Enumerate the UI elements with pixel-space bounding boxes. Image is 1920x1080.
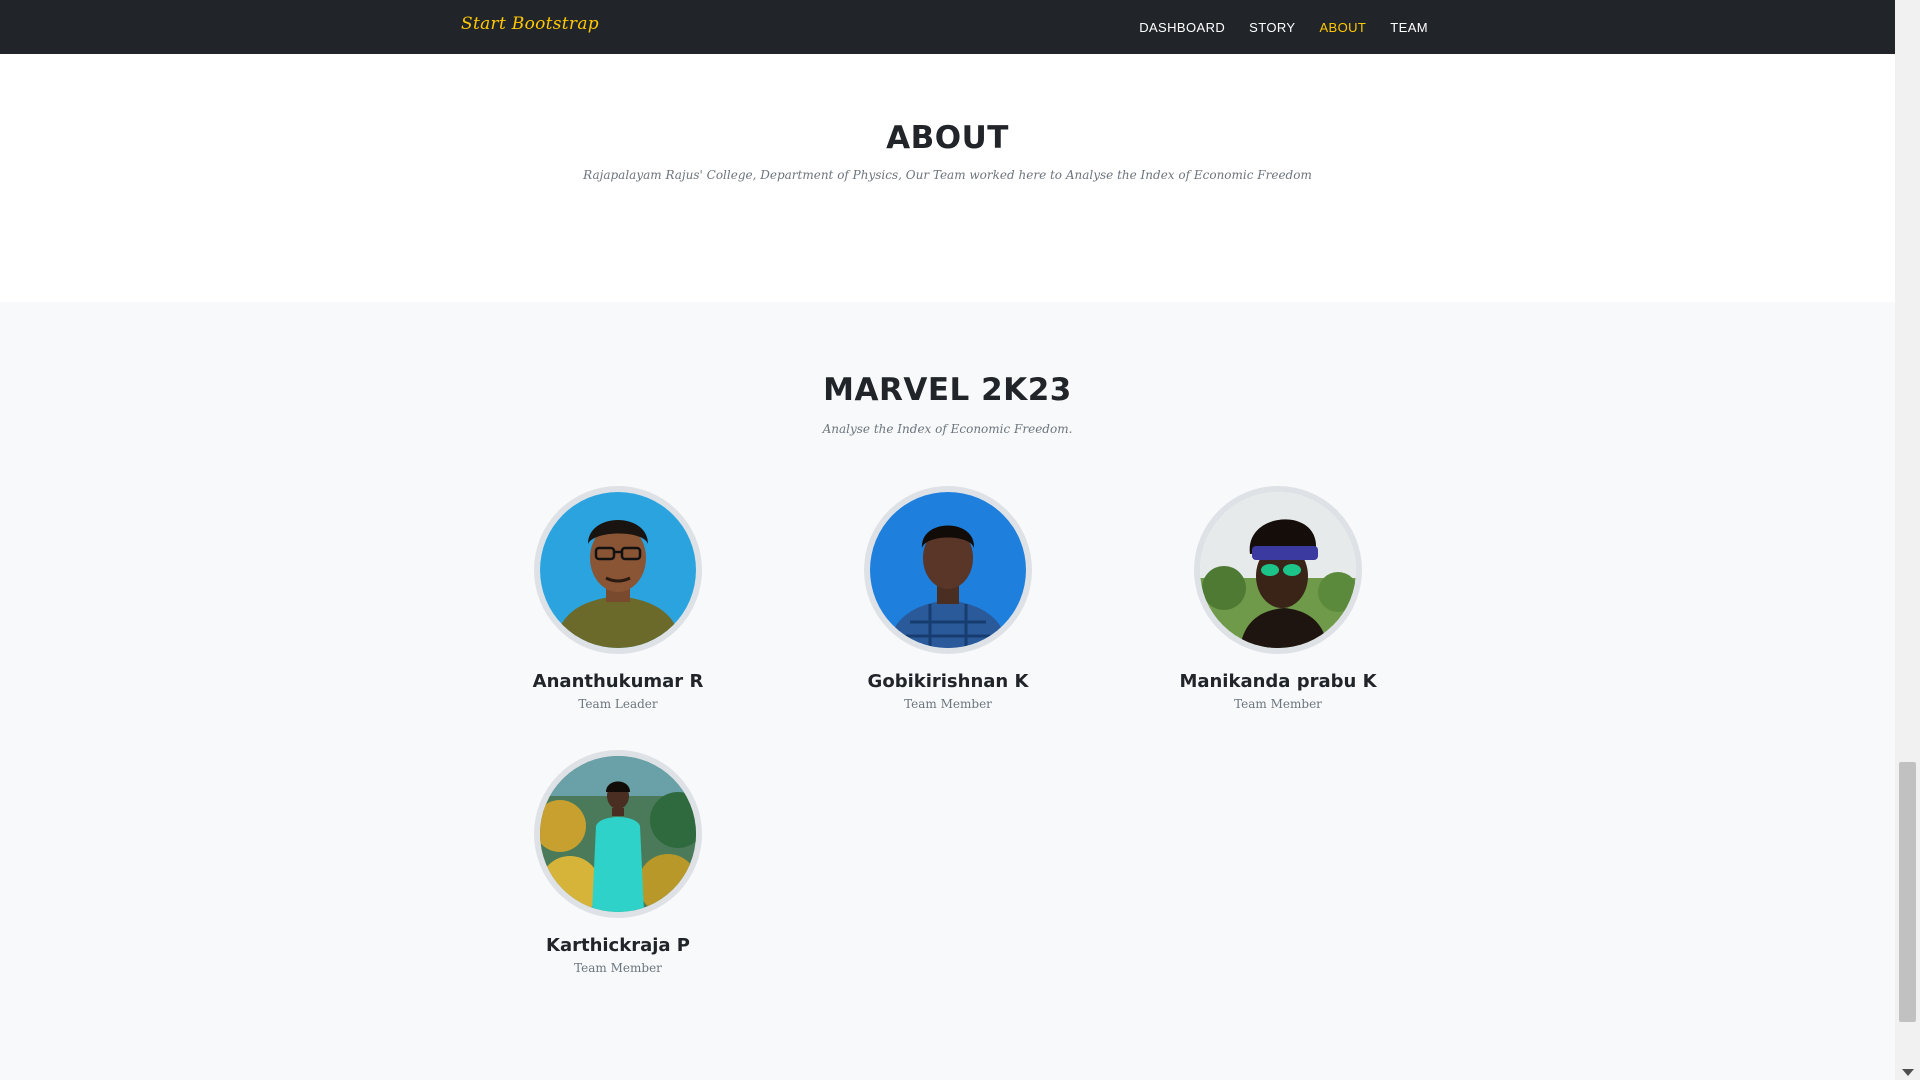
team-heading: MARVEL 2K23: [823, 372, 1072, 408]
member-photo: [1194, 486, 1362, 654]
member-role: Team Member: [1234, 697, 1322, 711]
nav-link-story[interactable]: STORY: [1249, 20, 1295, 35]
vertical-scrollbar[interactable]: [1895, 0, 1920, 1080]
person-photo-blue-background: [870, 492, 1026, 648]
nav-link-about[interactable]: ABOUT: [1319, 20, 1366, 35]
member-name: Ananthukumar R: [532, 671, 704, 692]
about-heading: ABOUT: [886, 120, 1009, 156]
nav-link-team[interactable]: TEAM: [1390, 20, 1428, 35]
member-photo: [534, 486, 702, 654]
nav-item-about: ABOUT: [1319, 19, 1366, 37]
scroll-down-arrow-icon[interactable]: [1902, 1069, 1914, 1076]
team-member-card: Karthickraja P Team Member: [453, 750, 783, 975]
team-member-card: Ananthukumar R Team Leader: [453, 486, 783, 711]
team-member-card: Manikanda prabu K Team Member: [1113, 486, 1443, 711]
brand-logo[interactable]: Start Bootstrap: [461, 14, 599, 34]
nav-item-story: STORY: [1249, 19, 1295, 37]
member-role: Team Member: [904, 697, 992, 711]
nav-item-team: TEAM: [1390, 19, 1428, 37]
about-section: ABOUT Rajapalayam Rajus' College, Depart…: [0, 54, 1895, 302]
member-role: Team Member: [574, 961, 662, 975]
member-photo: [534, 750, 702, 918]
team-subheading: Analyse the Index of Economic Freedom.: [822, 422, 1073, 436]
nav-link-dashboard[interactable]: DASHBOARD: [1139, 20, 1225, 35]
person-photo-garden: [540, 756, 696, 912]
person-photo-blue-background: [540, 492, 696, 648]
member-name: Gobikirishnan K: [867, 671, 1029, 692]
person-photo-outdoor-sunglasses: [1200, 492, 1356, 648]
member-name: Karthickraja P: [546, 935, 690, 956]
nav-item-dashboard: DASHBOARD: [1139, 19, 1225, 37]
nav-menu: DASHBOARD STORY ABOUT TEAM: [1139, 19, 1428, 37]
navbar: Start Bootstrap DASHBOARD STORY ABOUT TE…: [0, 0, 1895, 54]
team-member-card: Gobikirishnan K Team Member: [783, 486, 1113, 711]
member-photo: [864, 486, 1032, 654]
member-name: Manikanda prabu K: [1179, 671, 1377, 692]
about-subheading: Rajapalayam Rajus' College, Department o…: [583, 168, 1312, 182]
scrollbar-thumb[interactable]: [1899, 762, 1916, 1022]
team-section: MARVEL 2K23 Analyse the Index of Economi…: [0, 302, 1895, 1080]
member-role: Team Leader: [578, 697, 658, 711]
